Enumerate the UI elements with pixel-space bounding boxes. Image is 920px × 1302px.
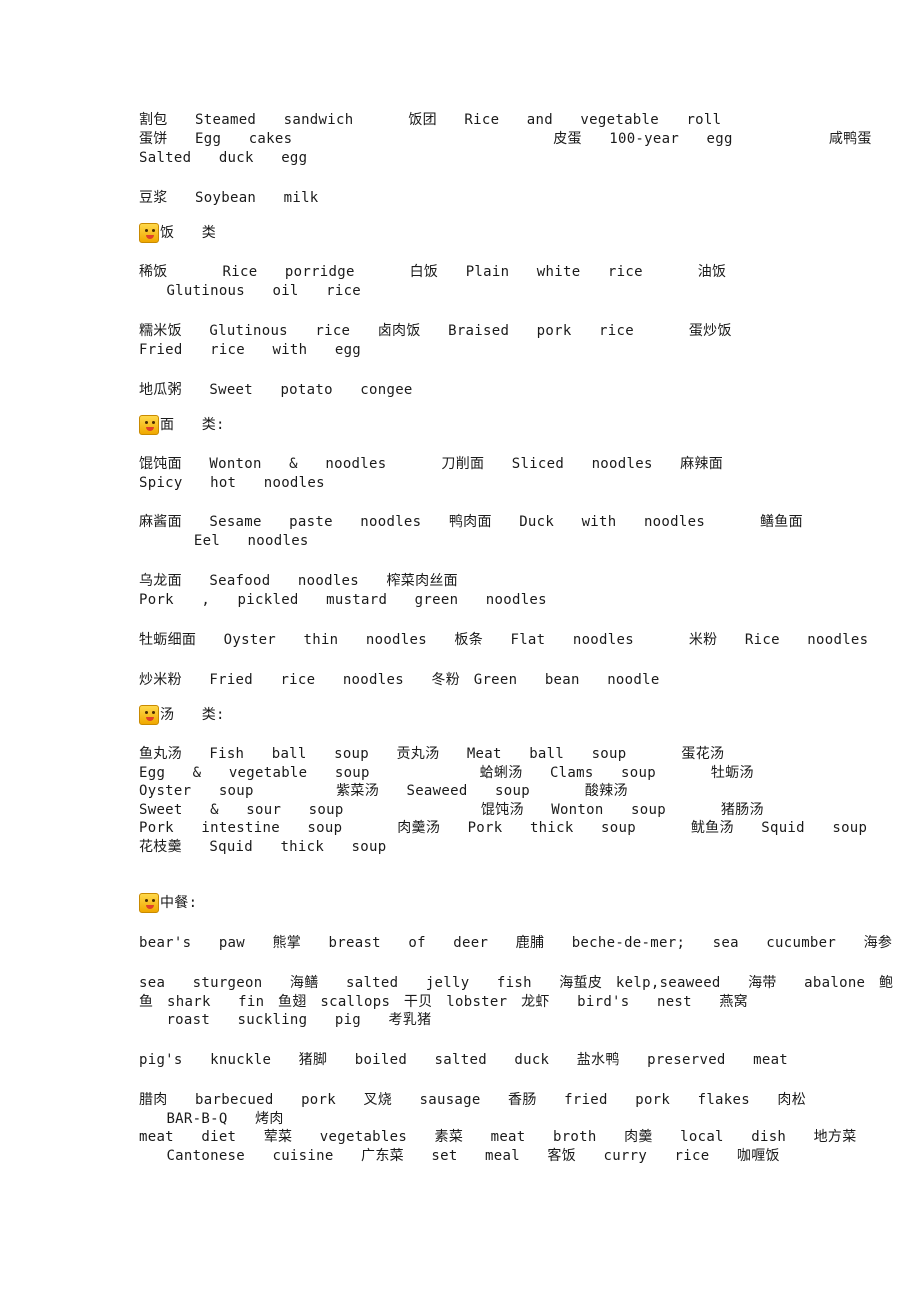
text-line: Eel noodles — [139, 533, 309, 549]
heading-text: 饭 类 — [160, 224, 217, 241]
text-line: 鱼丸汤 Fish ball soup 贡丸汤 Meat ball soup 蛋花… — [139, 746, 725, 762]
text-line: roast suckling pig 考乳猪 — [139, 1012, 432, 1028]
text-line: Oyster soup 紫菜汤 Seaweed soup 酸辣汤 — [139, 783, 628, 799]
text-line: Egg & vegetable soup 蛤蜊汤 Clams soup 牡蛎汤 — [139, 765, 754, 781]
section-heading-chinese-food: 中餐: — [139, 893, 197, 913]
text-line: 鱼 shark fin 鱼翅 scallops 干贝 lobster 龙虾 bi… — [139, 994, 748, 1010]
text-line: sea sturgeon 海鳝 salted jelly fish 海蜇皮 ke… — [139, 975, 894, 991]
text-line: 糯米饭 Glutinous rice 卤肉饭 Braised pork rice… — [139, 323, 732, 339]
text-line: Glutinous oil rice — [139, 283, 362, 299]
heading-text: 汤 类: — [160, 706, 225, 723]
text-line: 麻酱面 Sesame paste noodles 鸭肉面 Duck with n… — [139, 514, 803, 530]
emoji-face-icon — [139, 223, 159, 243]
text-line: Salted duck egg — [139, 150, 308, 166]
emoji-face-icon — [139, 705, 159, 725]
section-heading-soup: 汤 类: — [139, 705, 225, 725]
text-line: 牡蛎细面 Oyster thin noodles 板条 Flat noodles… — [139, 632, 869, 648]
heading-text: 面 类: — [160, 416, 225, 433]
text-line: 乌龙面 Seafood noodles 榨菜肉丝面 — [139, 573, 458, 589]
text-line: meat diet 荤菜 vegetables 素菜 meat broth 肉羹… — [139, 1129, 857, 1145]
heading-text: 中餐: — [160, 894, 198, 911]
section-heading-noodles: 面 类: — [139, 415, 225, 435]
text-line: 腊肉 barbecued pork 叉烧 sausage 香肠 fried po… — [139, 1092, 807, 1108]
text-line: 豆浆 Soybean milk — [139, 190, 319, 206]
text-line: Pork , pickled mustard green noodles — [139, 592, 547, 608]
text-line: pig's knuckle 猪脚 boiled salted duck 盐水鸭 … — [139, 1052, 789, 1068]
text-line: 花枝羹 Squid thick soup — [139, 839, 387, 855]
text-line: 馄饨面 Wonton & noodles 刀削面 Sliced noodles … — [139, 456, 724, 472]
section-heading-rice: 饭 类 — [139, 223, 216, 243]
text-line: 割包 Steamed sandwich 饭团 Rice and vegetabl… — [139, 112, 722, 128]
emoji-face-icon — [139, 893, 159, 913]
text-line: Cantonese cuisine 广东菜 set meal 客饭 curry … — [139, 1148, 780, 1164]
emoji-face-icon — [139, 415, 159, 435]
text-line: bear's paw 熊掌 breast of deer 鹿脯 beche-de… — [139, 935, 893, 951]
text-line: 地瓜粥 Sweet potato congee — [139, 382, 413, 398]
text-line: Fried rice with egg — [139, 342, 362, 358]
text-line: BAR-B-Q 烤肉 — [139, 1111, 284, 1127]
text-line: Pork intestine soup 肉羹汤 Pork thick soup … — [139, 820, 868, 836]
text-line: Sweet & sour soup 馄饨汤 Wonton soup 猪肠汤 — [139, 802, 764, 818]
text-line: 蛋饼 Egg cakes 皮蛋 100-year egg 咸鸭蛋 — [139, 131, 872, 147]
text-line: 稀饭 Rice porridge 白饭 Plain white rice 油饭 — [139, 264, 727, 280]
text-line: Spicy hot noodles — [139, 475, 325, 491]
text-line: 炒米粉 Fried rice noodles 冬粉 Green bean noo… — [139, 672, 660, 688]
